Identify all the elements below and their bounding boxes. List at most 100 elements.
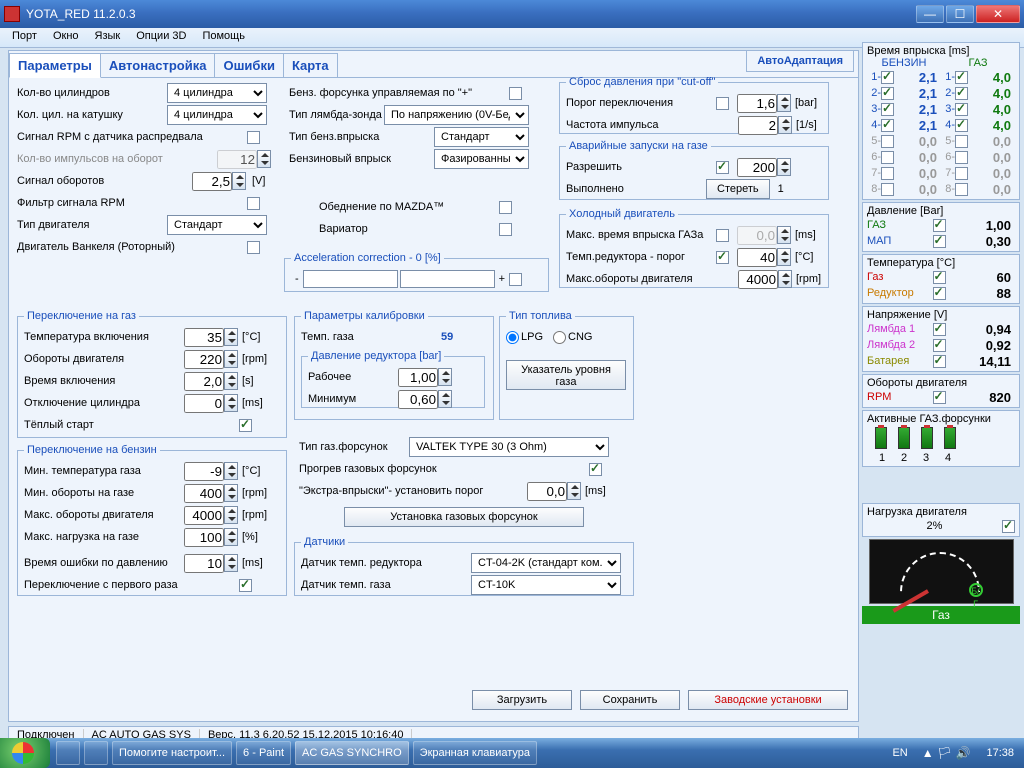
injector-icon[interactable] [875, 427, 887, 449]
side-active-inj: Активные ГАЗ.форсунки 1234 [862, 410, 1020, 467]
topet-mintemp-input[interactable] [184, 462, 224, 481]
injtype-select[interactable]: VALTEK TYPE 30 (3 Ohm) [409, 437, 609, 457]
cold-maxrpm-input[interactable] [738, 270, 778, 289]
togas-time-input[interactable] [184, 372, 224, 391]
wankel-check[interactable] [247, 241, 260, 254]
topet-minrpm-input[interactable] [184, 484, 224, 503]
injheat-check[interactable] [589, 463, 602, 476]
taskbar-lang[interactable]: EN [884, 747, 915, 759]
petinj-pos-check[interactable] [509, 87, 522, 100]
task-acgas[interactable]: AC GAS SYNCHRO [295, 741, 409, 765]
petinj-type-select[interactable]: Стандарт [434, 127, 529, 147]
sensor-red-select[interactable]: CT-04-2K (стандарт ком.) [471, 553, 621, 573]
topet-maxload-input[interactable] [184, 528, 224, 547]
cold-red-unit: [°С] [795, 251, 813, 263]
install-inj-button[interactable]: Установка газовых форсунок [344, 507, 584, 527]
cutoff-thresh-input[interactable] [737, 94, 777, 113]
side-voltage: Напряжение [V] Лямбда 10,94 Лямбда 20,92… [862, 306, 1020, 372]
togas-cyloff-label: Отключение цилиндра [24, 397, 184, 409]
rpm-src-check[interactable] [247, 131, 260, 144]
cutoff-group: Сброс давления при "cut-off" Порог перек… [559, 76, 829, 134]
togas-temp-input[interactable] [184, 328, 224, 347]
task-chrome[interactable] [56, 741, 80, 765]
save-button[interactable]: Сохранить [580, 690, 680, 710]
gas-mode-button[interactable]: Газ [862, 606, 1020, 624]
rpm-sig-input[interactable] [192, 172, 232, 191]
tab-map[interactable]: Карта [283, 53, 338, 77]
cold-red-input[interactable] [737, 248, 777, 267]
rpm-filter-label: Фильтр сигнала RPM [17, 197, 247, 209]
injector-icon[interactable] [898, 427, 910, 449]
tab-errors[interactable]: Ошибки [214, 53, 283, 77]
task-keyboard[interactable]: Экранная клавиатура [413, 741, 537, 765]
tab-auto[interactable]: Автонастройка [100, 53, 216, 77]
emerg-group: Аварийные запуски на газе Разрешить Выпо… [559, 140, 829, 200]
mazda-check[interactable] [499, 201, 512, 214]
factory-button[interactable]: Заводские установки [688, 690, 848, 710]
press-min-input[interactable] [398, 390, 438, 409]
cylinders-select[interactable]: 4 цилиндра [167, 83, 267, 103]
cold-red-check[interactable] [716, 251, 729, 264]
coil-select[interactable]: 4 цилиндра [167, 105, 267, 125]
emerg-allow-spin[interactable] [777, 158, 791, 176]
tab-content: Кол-во цилиндров 4 цилиндра Кол. цил. на… [9, 78, 858, 720]
accel-group: Acceleration correction - 0 [%] - + [284, 252, 549, 292]
rpm-sig-spin[interactable] [232, 172, 246, 190]
menu-port[interactable]: Порт [4, 28, 45, 47]
menu-lang[interactable]: Язык [87, 28, 129, 47]
load-gauge: Б/Г [869, 539, 1014, 604]
task-browser[interactable]: Помогите настроит... [112, 741, 232, 765]
close-button[interactable]: ✕ [976, 5, 1020, 23]
rpm-filter-check[interactable] [247, 197, 260, 210]
topet-maxrpm-input[interactable] [184, 506, 224, 525]
press-work-input[interactable] [398, 368, 438, 387]
cutoff-freq-input[interactable] [738, 116, 778, 135]
cold-maxrpm-spin[interactable] [778, 270, 792, 288]
menu-help[interactable]: Помощь [194, 28, 253, 47]
task-opera[interactable] [84, 741, 108, 765]
variator-check[interactable] [499, 223, 512, 236]
togas-cyloff-input[interactable] [184, 394, 224, 413]
menu-opts3d[interactable]: Опции 3D [128, 28, 194, 47]
topet-errtime-input[interactable] [184, 554, 224, 573]
accel-check[interactable] [509, 273, 522, 286]
cold-red-spin[interactable] [777, 248, 791, 266]
tab-params[interactable]: Параметры [9, 53, 101, 78]
emerg-allow-input[interactable] [737, 158, 777, 177]
press-subgroup: Давление редуктора [bar] Рабочее Минимум [301, 350, 485, 408]
accel-slider-low[interactable] [303, 270, 398, 288]
autoadapt-button[interactable]: АвтоАдаптация [746, 50, 854, 72]
maximize-button[interactable]: ☐ [946, 5, 974, 23]
petinj-mode-select[interactable]: Фазированный [434, 149, 529, 169]
task-paint[interactable]: 6 - Paint [236, 741, 291, 765]
cutoff-thresh-spin[interactable] [777, 94, 791, 112]
mazda-label: Обеднение по MAZDA™ [319, 201, 499, 213]
togas-rpm-input[interactable] [184, 350, 224, 369]
load-button[interactable]: Загрузить [472, 690, 572, 710]
emerg-allow-check[interactable] [716, 161, 729, 174]
injector-icon[interactable] [921, 427, 933, 449]
main-panel: Параметры Автонастройка Ошибки Карта Кол… [8, 50, 859, 722]
wankel-label: Двигатель Ванкеля (Роторный) [17, 241, 247, 253]
togas-warm-check[interactable] [239, 419, 252, 432]
accel-slider-high[interactable] [400, 270, 495, 288]
emerg-erase-button[interactable]: Стереть [706, 179, 770, 199]
minimize-button[interactable]: — [916, 5, 944, 23]
cutoff-thresh-check[interactable] [716, 97, 729, 110]
cold-maxinj-check[interactable] [716, 229, 729, 242]
lambda-select[interactable]: По напряжению (0V-Бедная) [384, 105, 529, 125]
rpm-sig-label: Сигнал оборотов [17, 175, 192, 187]
injector-icon[interactable] [944, 427, 956, 449]
fuel-cng-radio[interactable] [553, 331, 566, 344]
topet-first-check[interactable] [239, 579, 252, 592]
sensor-gas-select[interactable]: CT-10K [471, 575, 621, 595]
rpm-sig-unit: [V] [252, 175, 265, 187]
side-pressure: Давление [Bar] ГАЗ1,00 МАП0,30 [862, 202, 1020, 252]
menu-window[interactable]: Окно [45, 28, 87, 47]
cutoff-freq-spin[interactable] [778, 116, 792, 134]
start-button[interactable] [0, 738, 50, 768]
engtype-select[interactable]: Стандарт [167, 215, 267, 235]
extra-input[interactable] [527, 482, 567, 501]
fuel-level-button[interactable]: Указатель уровня газа [506, 360, 626, 390]
fuel-lpg-radio[interactable] [506, 331, 519, 344]
